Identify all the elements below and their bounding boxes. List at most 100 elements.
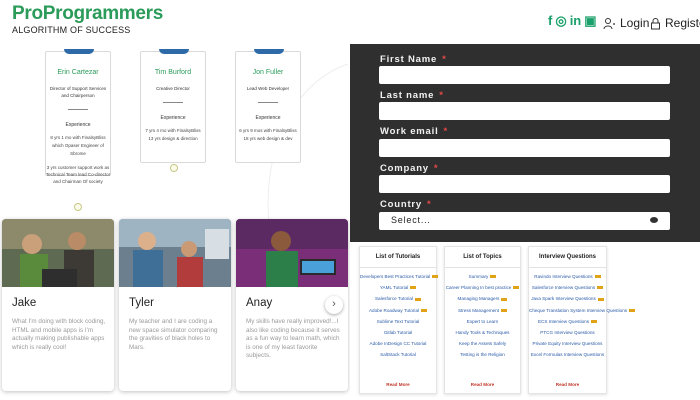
topics-panel: List of Topics Summary Career Planning In… bbox=[444, 246, 521, 394]
panel-link[interactable]: Salesforce Tutorial bbox=[360, 293, 436, 304]
panel-link[interactable]: Salesforce Interview Questions bbox=[529, 282, 606, 293]
expand-marker[interactable] bbox=[74, 203, 82, 211]
panel-link[interactable]: Adobe Roadway Tutorial bbox=[360, 305, 436, 316]
panel-link[interactable]: Adobe InDesign CC Tutorial bbox=[360, 338, 436, 349]
hot-badge-icon bbox=[490, 275, 497, 279]
hot-badge-icon bbox=[501, 297, 508, 301]
site-header: ProProgrammers ALGORITHM OF SUCCESS f ◎ … bbox=[0, 0, 700, 44]
country-select-value: Select... bbox=[391, 215, 431, 225]
next-arrow-button[interactable]: › bbox=[325, 296, 343, 314]
team-card: Erin Cartezar Director of Support Servic… bbox=[45, 49, 111, 176]
interview-questions-panel: Interview Questions Ravindo Interview Qu… bbox=[528, 246, 636, 394]
panel-link[interactable]: Managing Managers bbox=[445, 293, 520, 304]
panel-title: List of Topics bbox=[463, 254, 502, 260]
panel-link[interactable]: Testing is the Religion bbox=[445, 349, 520, 360]
team-card-photo-edge bbox=[159, 49, 189, 54]
student-story-card[interactable]: Jake What I'm doing with block coding, H… bbox=[2, 219, 114, 391]
panel-link[interactable]: Gitlab Tutorial bbox=[360, 327, 436, 338]
team-member-name: Erin Cartezar bbox=[57, 69, 99, 76]
company-input[interactable] bbox=[379, 175, 670, 193]
team-card: Jon Fuller Lead Web Developer Experience… bbox=[235, 49, 301, 163]
work-email-input[interactable] bbox=[379, 139, 670, 157]
student-photo bbox=[2, 219, 114, 287]
panel-link[interactable]: Cheque Translation System Interview Ques… bbox=[529, 305, 636, 316]
panel-list: Developers Best Practices Tutorial YAML T… bbox=[360, 271, 439, 361]
facebook-icon[interactable]: f bbox=[548, 12, 552, 29]
youtube-icon[interactable]: ▣ bbox=[584, 12, 596, 29]
country-select[interactable]: Select... bbox=[379, 212, 670, 230]
student-name: Tyler bbox=[129, 297, 154, 309]
panel-link[interactable]: ECS Interview Questions bbox=[529, 316, 606, 327]
panel-link[interactable]: Java Spark Interview Questions bbox=[529, 293, 606, 304]
last-name-label: Last name * bbox=[380, 90, 444, 101]
required-marker: * bbox=[443, 126, 449, 137]
experience-label: Experience bbox=[65, 122, 91, 128]
read-more-link[interactable]: Read More bbox=[529, 382, 606, 387]
link-panels: List of Tutorials Developers Best Practi… bbox=[350, 242, 700, 400]
last-name-input[interactable] bbox=[379, 102, 670, 120]
signup-form: First Name * Last name * Work email * Compa… bbox=[350, 44, 700, 242]
panel-link[interactable]: Sublime Text Tutorial bbox=[360, 316, 436, 327]
read-more-link[interactable]: Read More bbox=[445, 382, 520, 387]
divider bbox=[360, 267, 436, 268]
experience-desc: 7 yrs 4 mo with FinalsyBliss 13 yrs desi… bbox=[145, 128, 201, 141]
tutorials-panel: List of Tutorials Developers Best Practi… bbox=[359, 246, 439, 394]
login-link[interactable]: Login bbox=[603, 16, 649, 30]
hot-badge-icon bbox=[432, 275, 439, 279]
panel-link[interactable]: Keep the Assets Safely bbox=[445, 338, 520, 349]
instagram-icon[interactable]: ◎ bbox=[555, 12, 566, 29]
expand-marker[interactable] bbox=[170, 164, 178, 172]
student-quote: My skills have really improved!...I also… bbox=[246, 318, 340, 360]
experience-desc: 8 yrs 1 mo with FinalsyBliss which Opase… bbox=[50, 135, 106, 156]
register-label: Register bbox=[665, 16, 700, 30]
panel-link[interactable]: SaltStack Tutorial bbox=[360, 349, 436, 360]
register-link[interactable]: Register bbox=[650, 16, 700, 30]
panel-link[interactable]: Developers Best Practices Tutorial bbox=[360, 271, 439, 282]
panel-link[interactable]: Summary bbox=[445, 271, 520, 282]
divider bbox=[445, 267, 520, 268]
company-label: Company * bbox=[380, 163, 439, 174]
dropdown-icon bbox=[650, 217, 658, 223]
panel-link[interactable]: PTCG Interview Questions bbox=[529, 327, 606, 338]
panel-link[interactable]: Career Planning In best practice bbox=[445, 282, 520, 293]
hot-badge-icon bbox=[629, 308, 636, 312]
panel-link[interactable]: Expert to Learn bbox=[445, 316, 520, 327]
team-member-role: Director of Support Services and Chairpe… bbox=[49, 86, 107, 98]
divider bbox=[258, 102, 278, 103]
panel-title: List of Tutorials bbox=[375, 254, 421, 260]
work-email-label: Work email * bbox=[380, 126, 449, 137]
team-card-photo-edge bbox=[64, 49, 94, 54]
student-quote: What I'm doing with block coding, HTML a… bbox=[12, 318, 106, 351]
left-section: Erin Cartezar Director of Support Servic… bbox=[0, 44, 350, 400]
team-member-role: Creative Director bbox=[156, 86, 190, 91]
read-more-link[interactable]: Read More bbox=[360, 382, 436, 387]
panel-link[interactable]: Handy Tools & Techniques bbox=[445, 327, 520, 338]
linkedin-icon[interactable]: in bbox=[570, 12, 582, 29]
divider bbox=[68, 109, 88, 110]
student-story-card[interactable]: Tyler My teacher and I are coding a new … bbox=[119, 219, 231, 391]
hot-badge-icon bbox=[421, 308, 428, 312]
first-name-input[interactable] bbox=[379, 66, 670, 84]
page: ProProgrammers ALGORITHM OF SUCCESS f ◎ … bbox=[0, 0, 700, 400]
experience-label: Experience bbox=[255, 115, 281, 121]
hot-badge-icon bbox=[410, 286, 417, 290]
panel-list: Ravindo Interview Questions Salesforce In… bbox=[529, 271, 636, 361]
panel-link[interactable]: Stress Management bbox=[445, 305, 520, 316]
hot-badge-icon bbox=[415, 297, 422, 301]
hot-badge-icon bbox=[501, 308, 508, 312]
brand-title[interactable]: ProProgrammers bbox=[12, 3, 163, 25]
hot-badge-icon bbox=[597, 286, 604, 290]
hot-badge-icon bbox=[594, 275, 601, 279]
panel-link[interactable]: Ravindo Interview Questions bbox=[529, 271, 606, 282]
panel-link[interactable]: Private Equity Interview Questions bbox=[529, 338, 606, 349]
panel-title: Interview Questions bbox=[538, 254, 596, 260]
panel-link[interactable]: Excel Formulas Interview Questions bbox=[529, 349, 606, 360]
first-name-label: First Name * bbox=[380, 54, 447, 65]
hot-badge-icon bbox=[597, 297, 604, 301]
hot-badge-icon bbox=[513, 286, 520, 290]
brand-tagline: ALGORITHM OF SUCCESS bbox=[12, 25, 131, 35]
panel-link[interactable]: YAML Tutorial bbox=[360, 282, 436, 293]
experience-desc: 6 yrs 9 mos with FinalsyBliss 18 yrs web… bbox=[239, 128, 297, 141]
country-label: Country * bbox=[380, 199, 432, 210]
team-member-extra: 3 yrs customer support work as Technical… bbox=[45, 165, 111, 184]
